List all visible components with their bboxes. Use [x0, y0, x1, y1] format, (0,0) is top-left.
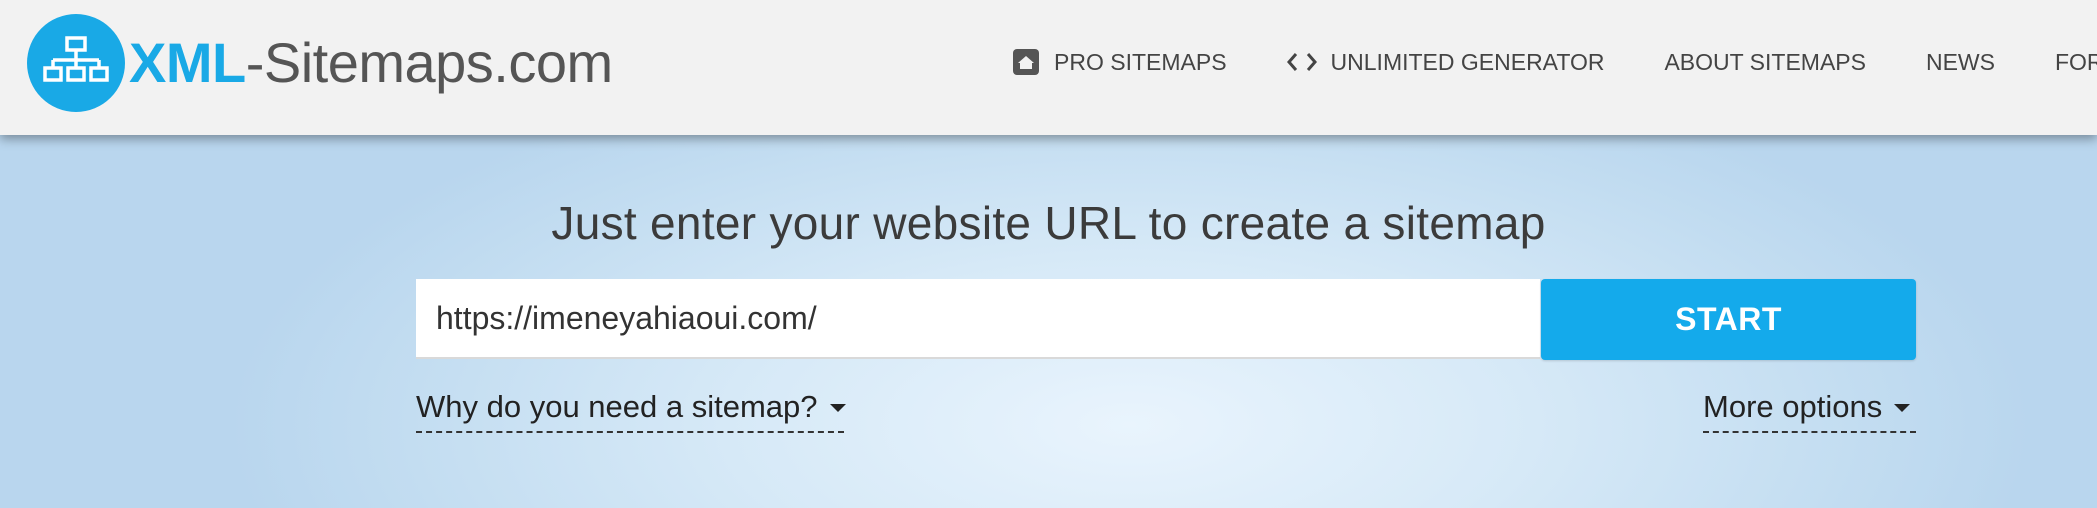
home-icon [1012, 48, 1040, 76]
main-nav: PRO SITEMAPS UNLIMITED GENERATOR ABOUT S… [1012, 0, 2097, 124]
nav-item-label: ABOUT SITEMAPS [1664, 48, 1866, 75]
more-options-dropdown[interactable]: More options [1703, 383, 1916, 433]
site-header: XML-Sitemaps.com PRO SITEMAPS UNLIMITED … [0, 0, 2097, 135]
sitemap-tree-icon [27, 14, 125, 112]
logo[interactable]: XML-Sitemaps.com [27, 14, 613, 112]
caret-down-icon [829, 404, 846, 412]
logo-brand-rest: -Sitemaps.com [245, 31, 613, 94]
page-title: Just enter your website URL to create a … [551, 197, 1546, 249]
why-sitemap-dropdown[interactable]: Why do you need a sitemap? [416, 383, 846, 433]
nav-item-label: NEWS [1925, 48, 1995, 75]
code-brackets-icon [1286, 51, 1317, 73]
nav-item-unlimited-generator[interactable]: UNLIMITED GENERATOR [1286, 48, 1605, 76]
nav-item-news[interactable]: NEWS [1926, 49, 1995, 76]
page: XML-Sitemaps.com PRO SITEMAPS UNLIMITED … [0, 0, 2097, 508]
logo-brand-bold: XML [129, 31, 246, 94]
nav-item-about-sitemaps[interactable]: ABOUT SITEMAPS [1664, 49, 1866, 76]
nav-item-pro-sitemaps[interactable]: PRO SITEMAPS [1012, 48, 1227, 76]
nav-item-label: FORU [2054, 48, 2097, 75]
nav-item-forum[interactable]: FORU [2055, 49, 2097, 76]
nav-item-label: UNLIMITED GENERATOR [1330, 48, 1605, 75]
logo-text: XML-Sitemaps.com [129, 35, 613, 91]
start-button[interactable]: START [1541, 279, 1916, 360]
caret-down-icon [1894, 404, 1911, 412]
url-input[interactable] [416, 279, 1540, 359]
why-sitemap-label: Why do you need a sitemap? [416, 389, 818, 424]
more-options-label: More options [1703, 389, 1883, 424]
nav-item-label: PRO SITEMAPS [1054, 48, 1227, 75]
